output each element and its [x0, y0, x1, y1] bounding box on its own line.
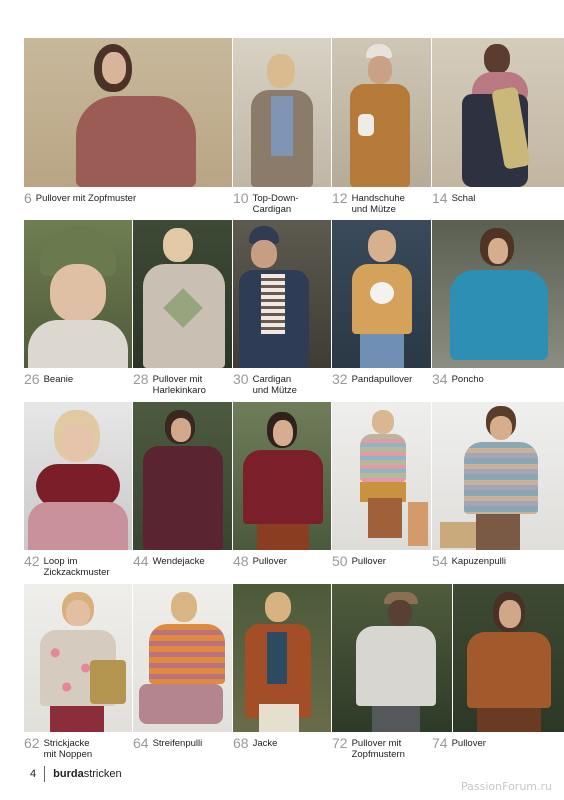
boy-cardigan-photo [233, 220, 331, 368]
caption-text: Beanie [43, 374, 74, 385]
caption-64: 64 Streifenpulli [133, 736, 202, 751]
woman-beanie-photo [24, 220, 132, 368]
page-number: 42 [24, 553, 40, 569]
caption-text: Pullover [451, 738, 486, 749]
caption-text: Pandapullover [351, 374, 413, 385]
caption-text: Cardigan und Mütze [252, 374, 297, 396]
woman-brown-pullover-photo [453, 584, 564, 732]
woman-coat-gloves-photo [332, 38, 431, 187]
page-footer: 4 burdastricken [30, 766, 122, 782]
caption-text: Strickjacke mit Noppen [43, 738, 93, 760]
girl-striped-pullover-photo [332, 402, 431, 550]
caption-44: 44 Wendejacke [133, 554, 205, 569]
page-number: 26 [24, 371, 40, 387]
caption-text: Handschuhe und Mütze [351, 193, 405, 215]
caption-28: 28 Pullover mit Harlekinkaro [133, 371, 206, 397]
page-number: 64 [133, 735, 149, 751]
girl-panda-pullover-photo [332, 220, 431, 368]
caption-42: 42 Loop im Zickzackmuster [24, 553, 110, 579]
caption-74: 74 Pullover [432, 736, 486, 751]
folio: 4 [30, 768, 37, 780]
caption-26: 26 Beanie [24, 372, 73, 387]
caption-62: 62 Strickjacke mit Noppen [24, 735, 93, 761]
caption-32: 32 Pandapullover [332, 372, 412, 387]
caption-30: 30 Cardigan und Mütze [233, 371, 297, 397]
caption-text: Top-Down- Cardigan [252, 193, 299, 215]
caption-72: 72 Pullover mit Zopfmustern [332, 735, 405, 761]
page-number: 74 [432, 735, 448, 751]
footer-divider [44, 766, 46, 782]
woman-poncho-photo [432, 220, 564, 368]
caption-text: Streifenpulli [152, 738, 203, 749]
page-number: 30 [233, 371, 249, 387]
caption-10: 10 Top-Down- Cardigan [233, 190, 299, 216]
caption-34: 34 Poncho [432, 372, 484, 387]
caption-14: 14 Schal [432, 191, 475, 206]
caption-12: 12 Handschuhe und Mütze [332, 190, 405, 216]
page-number: 72 [332, 735, 348, 751]
page-number: 68 [233, 735, 249, 751]
woman-long-jacket-photo [233, 584, 331, 732]
woman-cable-sweater-photo [332, 584, 452, 732]
page-number: 10 [233, 190, 249, 206]
woman-argyle-pullover-photo [133, 220, 232, 368]
caption-54: 54 Kapuzenpulli [432, 554, 506, 569]
page-number: 14 [432, 190, 448, 206]
page-number: 44 [133, 553, 149, 569]
page-number: 12 [332, 190, 348, 206]
page-number: 6 [24, 190, 32, 206]
caption-50: 50 Pullover [332, 554, 386, 569]
woman-striped-pullover-photo [133, 584, 232, 732]
page-number: 48 [233, 553, 249, 569]
woman-loop-scarf-photo [24, 402, 132, 550]
caption-text: Poncho [451, 374, 484, 385]
page-number: 32 [332, 371, 348, 387]
caption-68: 68 Jacke [233, 736, 277, 751]
magazine-logo: burdastricken [53, 768, 122, 780]
caption-text: Loop im Zickzackmuster [43, 556, 110, 578]
page-number: 62 [24, 735, 40, 751]
woman-cable-pullover-photo [24, 38, 232, 187]
boy-hoodie-photo [432, 402, 564, 550]
page-number: 28 [133, 371, 149, 387]
caption-text: Pullover mit Zopfmuster [35, 193, 137, 204]
caption-48: 48 Pullover [233, 554, 287, 569]
woman-cardigan-photo [233, 38, 331, 187]
caption-6: 6 Pullover mit Zopfmuster [24, 191, 136, 206]
girl-bobble-cardigan-photo [24, 584, 132, 732]
woman-scarf-photo [432, 38, 564, 187]
caption-text: Jacke [252, 738, 278, 749]
watermark: PassionForum.ru [461, 780, 552, 793]
caption-text: Pullover mit Harlekinkaro [152, 374, 206, 396]
page-number: 54 [432, 553, 448, 569]
woman-red-pullover-photo [233, 402, 331, 550]
woman-jacket-photo [133, 402, 232, 550]
caption-text: Pullover [252, 556, 287, 567]
caption-text: Schal [451, 193, 476, 204]
caption-text: Pullover [351, 556, 386, 567]
page-number: 34 [432, 371, 448, 387]
caption-text: Pullover mit Zopfmustern [351, 738, 405, 760]
caption-text: Wendejacke [152, 556, 205, 567]
page-number: 50 [332, 553, 348, 569]
caption-text: Kapuzenpulli [451, 556, 506, 567]
